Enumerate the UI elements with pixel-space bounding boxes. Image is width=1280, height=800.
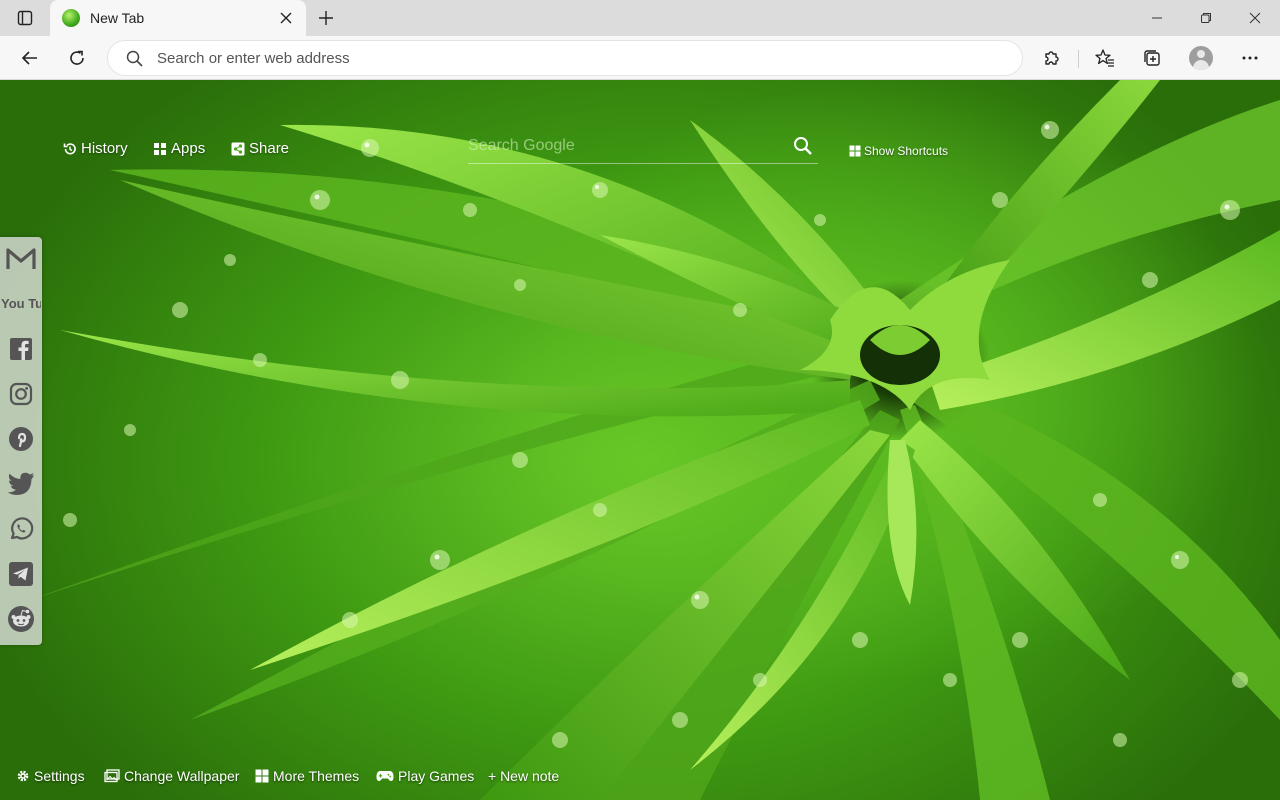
address-input[interactable] — [157, 49, 957, 67]
show-shortcuts-label: Show Shortcuts — [864, 144, 949, 158]
social-pinterest[interactable] — [0, 417, 42, 461]
change-wallpaper-label: Change Wallpaper — [124, 768, 240, 784]
address-bar[interactable] — [108, 41, 1022, 75]
apps-link[interactable]: Apps — [153, 140, 205, 157]
close-window-button[interactable] — [1230, 0, 1280, 36]
new-tab-button[interactable] — [314, 6, 338, 30]
tab-actions-icon — [17, 10, 33, 26]
history-icon — [63, 142, 76, 154]
collections-button[interactable] — [1136, 42, 1168, 74]
social-whatsapp[interactable] — [0, 507, 42, 551]
reddit-icon — [8, 606, 34, 632]
apps-grid-icon — [154, 142, 166, 155]
twitter-icon — [7, 472, 34, 495]
youtube-icon: You Tube — [1, 296, 41, 311]
settings-more-button[interactable] — [1234, 42, 1266, 74]
more-themes-link[interactable]: More Themes — [255, 768, 359, 784]
favorites-button[interactable] — [1089, 42, 1121, 74]
gamepad-icon — [376, 771, 394, 781]
restore-button[interactable] — [1181, 0, 1231, 36]
social-sidebar: You Tube — [0, 237, 42, 645]
collections-icon — [1144, 50, 1160, 66]
social-telegram[interactable] — [0, 552, 42, 596]
history-label: History — [81, 140, 128, 157]
browser-tab[interactable]: New Tab — [50, 0, 306, 36]
facebook-icon — [10, 338, 32, 360]
plus-icon — [319, 11, 333, 25]
browser-toolbar — [0, 36, 1280, 80]
themes-grid-icon — [255, 769, 269, 783]
extensions-button[interactable] — [1036, 42, 1068, 74]
apps-label: Apps — [171, 140, 206, 157]
profile-button[interactable] — [1185, 42, 1217, 74]
youtube-wordmark: You Tube — [1, 296, 41, 311]
tab-title: New Tab — [90, 10, 145, 26]
back-arrow-icon — [21, 51, 37, 65]
telegram-icon — [9, 562, 33, 586]
share-icon — [231, 142, 245, 155]
google-search-input[interactable] — [468, 132, 768, 160]
search-icon — [126, 50, 143, 67]
change-wallpaper-link[interactable]: Change Wallpaper — [104, 768, 239, 784]
instagram-icon — [9, 382, 33, 406]
play-games-link[interactable]: Play Games — [376, 768, 474, 784]
share-link[interactable]: Share — [231, 140, 289, 157]
gear-icon — [17, 770, 29, 782]
social-facebook[interactable] — [0, 327, 42, 371]
new-tab-page: History Apps Share Show Shortcuts You Tu… — [0, 80, 1280, 800]
social-gmail[interactable] — [0, 237, 42, 281]
share-label: Share — [249, 140, 290, 157]
google-search-box[interactable] — [468, 132, 818, 164]
tab-close-button[interactable] — [276, 8, 296, 28]
show-shortcuts-button[interactable]: Show Shortcuts — [849, 144, 948, 158]
wallpaper-image — [30, 80, 1280, 800]
minimize-button[interactable] — [1132, 0, 1182, 36]
wallpaper-icon — [104, 769, 120, 783]
tab-favicon-icon — [62, 9, 80, 27]
history-link[interactable]: History — [63, 140, 128, 157]
more-themes-label: More Themes — [273, 768, 360, 784]
tab-actions-button[interactable] — [10, 7, 40, 29]
play-games-label: Play Games — [398, 768, 475, 784]
more-dots-icon — [1242, 56, 1258, 60]
settings-link[interactable]: Settings — [16, 768, 85, 784]
refresh-icon — [70, 50, 84, 65]
close-icon — [280, 12, 292, 24]
refresh-button[interactable] — [61, 42, 93, 74]
social-twitter[interactable] — [0, 462, 42, 506]
avatar — [1189, 46, 1213, 70]
minimize-icon — [1152, 17, 1162, 19]
settings-label: Settings — [34, 768, 85, 784]
social-instagram[interactable] — [0, 372, 42, 416]
search-icon[interactable] — [792, 135, 814, 157]
close-window-icon — [1249, 12, 1261, 24]
shortcuts-grid-icon — [849, 145, 861, 157]
whatsapp-icon — [10, 517, 34, 540]
new-note-link[interactable]: + New note — [488, 768, 559, 784]
gmail-icon — [6, 248, 36, 269]
back-button[interactable] — [14, 42, 46, 74]
pinterest-icon — [9, 427, 33, 451]
social-reddit[interactable] — [0, 597, 42, 641]
favorites-star-icon — [1095, 49, 1114, 67]
restore-icon — [1201, 13, 1211, 23]
new-note-label: + New note — [488, 768, 560, 784]
puzzle-icon — [1045, 51, 1059, 65]
toolbar-divider — [1078, 50, 1079, 68]
title-bar: New Tab — [0, 0, 1280, 36]
social-youtube[interactable]: You Tube — [0, 282, 42, 326]
